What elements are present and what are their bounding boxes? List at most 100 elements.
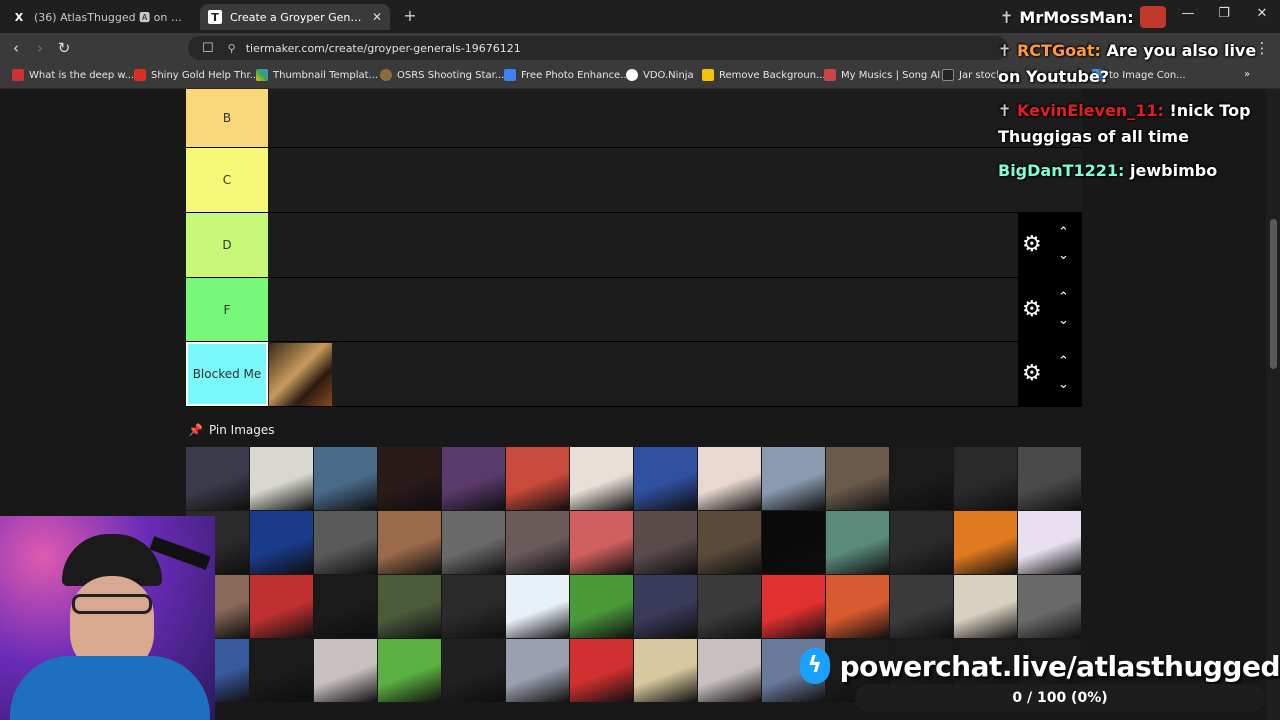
tier-row-blocked-me: Blocked Me ⚙ ⌃ ⌄ xyxy=(186,342,1082,407)
reload-icon[interactable]: ↻ xyxy=(54,38,74,58)
pin-image-tile[interactable] xyxy=(314,447,377,510)
pin-image-tile[interactable] xyxy=(954,447,1017,510)
tier-label[interactable]: F xyxy=(186,278,268,341)
pin-image-tile[interactable] xyxy=(954,575,1017,638)
move-up-icon[interactable]: ⌃ xyxy=(1058,291,1069,304)
move-up-icon[interactable]: ⌃ xyxy=(1058,355,1069,368)
pin-image-tile[interactable] xyxy=(570,511,633,574)
bookmark-item[interactable]: Thumbnail Templat... xyxy=(256,69,378,81)
bookmark-item[interactable]: What is the deep w... xyxy=(12,69,134,81)
pin-image-tile[interactable] xyxy=(378,447,441,510)
tier-label[interactable]: B xyxy=(186,89,268,147)
lightning-logo-icon: ϟ xyxy=(800,648,830,684)
gear-icon[interactable]: ⚙ xyxy=(1022,234,1042,256)
pin-image-tile[interactable] xyxy=(250,575,313,638)
tier-label[interactable]: Blocked Me xyxy=(186,342,268,406)
pin-image-tile[interactable] xyxy=(442,511,505,574)
pin-image-tile[interactable] xyxy=(570,575,633,638)
pin-image-tile[interactable] xyxy=(762,511,825,574)
moderator-badge-icon: ✝ xyxy=(1000,7,1014,27)
pin-image-tile[interactable] xyxy=(698,639,761,702)
pin-image-tile[interactable] xyxy=(250,511,313,574)
pin-image-tile[interactable] xyxy=(442,639,505,702)
pin-image-tile[interactable] xyxy=(698,511,761,574)
pin-image-tile[interactable] xyxy=(314,639,377,702)
pin-image-tile[interactable] xyxy=(890,575,953,638)
pin-image-tile[interactable] xyxy=(506,511,569,574)
pin-image-tile[interactable] xyxy=(954,511,1017,574)
bookmark-favicon-icon xyxy=(702,69,714,81)
forward-icon[interactable]: › xyxy=(30,38,50,58)
bookmark-item[interactable]: Jar stock xyxy=(942,69,1002,81)
bookmark-icon[interactable]: ☐ xyxy=(202,41,214,56)
pin-image-tile[interactable] xyxy=(634,639,697,702)
pin-image-tile[interactable] xyxy=(698,447,761,510)
minimize-icon[interactable]: — xyxy=(1178,6,1198,21)
donation-goal-text: 0 / 100 (0%) xyxy=(1012,690,1108,706)
bookmark-item[interactable]: VDO.Ninja xyxy=(626,69,694,81)
tier-label[interactable]: D xyxy=(186,213,268,277)
address-bar[interactable]: ☐ ⚲ tiermaker.com/create/groyper-general… xyxy=(188,36,1008,60)
tier-row-b: B xyxy=(186,89,1082,148)
bookmark-item[interactable]: Free Photo Enhance... xyxy=(504,69,630,81)
back-icon[interactable]: ‹ xyxy=(6,38,26,58)
pin-image-tile[interactable] xyxy=(314,511,377,574)
move-down-icon[interactable]: ⌄ xyxy=(1058,249,1069,262)
new-tab-button[interactable]: + xyxy=(400,6,420,26)
pin-image-tile[interactable] xyxy=(506,447,569,510)
pin-image-tile[interactable] xyxy=(634,447,697,510)
pin-image-tile[interactable] xyxy=(186,447,249,510)
pin-image-tile[interactable] xyxy=(762,575,825,638)
close-tab-icon[interactable]: ✕ xyxy=(372,10,382,24)
scrollbar-thumb[interactable] xyxy=(1270,219,1277,369)
moderator-badge-icon: ✝ xyxy=(998,41,1012,60)
pin-image-tile[interactable] xyxy=(1018,575,1081,638)
bookmark-item[interactable]: Remove Backgroun... xyxy=(702,69,826,81)
pin-image-tile[interactable] xyxy=(1018,511,1081,574)
chat-username: RCTGoat: xyxy=(1016,41,1101,60)
pin-image-tile[interactable] xyxy=(378,511,441,574)
tab-tiermaker[interactable]: T Create a Groyper Generals Tier L ✕ xyxy=(200,4,390,30)
pin-image-tile[interactable] xyxy=(570,447,633,510)
tier-row-c: C xyxy=(186,148,1082,213)
pin-image-tile[interactable] xyxy=(826,575,889,638)
restore-icon[interactable]: ❐ xyxy=(1214,6,1234,21)
pin-image-tile[interactable] xyxy=(762,447,825,510)
pin-image-tile[interactable] xyxy=(250,447,313,510)
bookmark-item[interactable]: My Musics | Song AI xyxy=(824,69,940,81)
pin-image-tile[interactable] xyxy=(378,639,441,702)
gear-icon[interactable]: ⚙ xyxy=(1022,363,1042,385)
pin-image-tile[interactable] xyxy=(250,639,313,702)
pin-image-tile[interactable] xyxy=(506,639,569,702)
pin-image-tile[interactable] xyxy=(506,575,569,638)
pin-image-tile[interactable] xyxy=(826,447,889,510)
pin-image-tile[interactable] xyxy=(698,575,761,638)
pin-image-tile[interactable] xyxy=(314,575,377,638)
site-info-icon[interactable]: ⚲ xyxy=(228,42,236,55)
pin-image-tile[interactable] xyxy=(634,575,697,638)
move-down-icon[interactable]: ⌄ xyxy=(1058,378,1069,391)
gear-icon[interactable]: ⚙ xyxy=(1022,299,1042,321)
pin-image-tile[interactable] xyxy=(570,639,633,702)
pin-image-tile[interactable] xyxy=(378,575,441,638)
bookmark-item[interactable]: OSRS Shooting Star... xyxy=(380,69,504,81)
pin-image-tile[interactable] xyxy=(826,511,889,574)
tab-x-post[interactable]: X (36) AtlasThugged 🅰 on X: "The tier... xyxy=(4,4,194,30)
tier-label[interactable]: C xyxy=(186,148,268,212)
tier-item-image[interactable] xyxy=(269,343,332,406)
pin-image-tile[interactable] xyxy=(1018,447,1081,510)
close-window-icon[interactable]: ✕ xyxy=(1252,6,1272,21)
bookmark-item[interactable]: Shiny Gold Help Thr... xyxy=(134,69,259,81)
webcam-feed xyxy=(0,516,215,720)
chat-username: BigDanT1221: xyxy=(998,161,1125,180)
pin-image-tile[interactable] xyxy=(442,575,505,638)
tier-controls: ⚙ ⌃ ⌄ xyxy=(1018,213,1082,277)
pin-image-tile[interactable] xyxy=(890,447,953,510)
move-up-icon[interactable]: ⌃ xyxy=(1058,226,1069,239)
pin-image-tile[interactable] xyxy=(634,511,697,574)
chat-username: KevinEleven_11: xyxy=(1016,101,1164,120)
pin-image-tile[interactable] xyxy=(890,511,953,574)
move-down-icon[interactable]: ⌄ xyxy=(1058,314,1069,327)
pin-image-tile[interactable] xyxy=(442,447,505,510)
bookmark-favicon-icon xyxy=(824,69,836,81)
